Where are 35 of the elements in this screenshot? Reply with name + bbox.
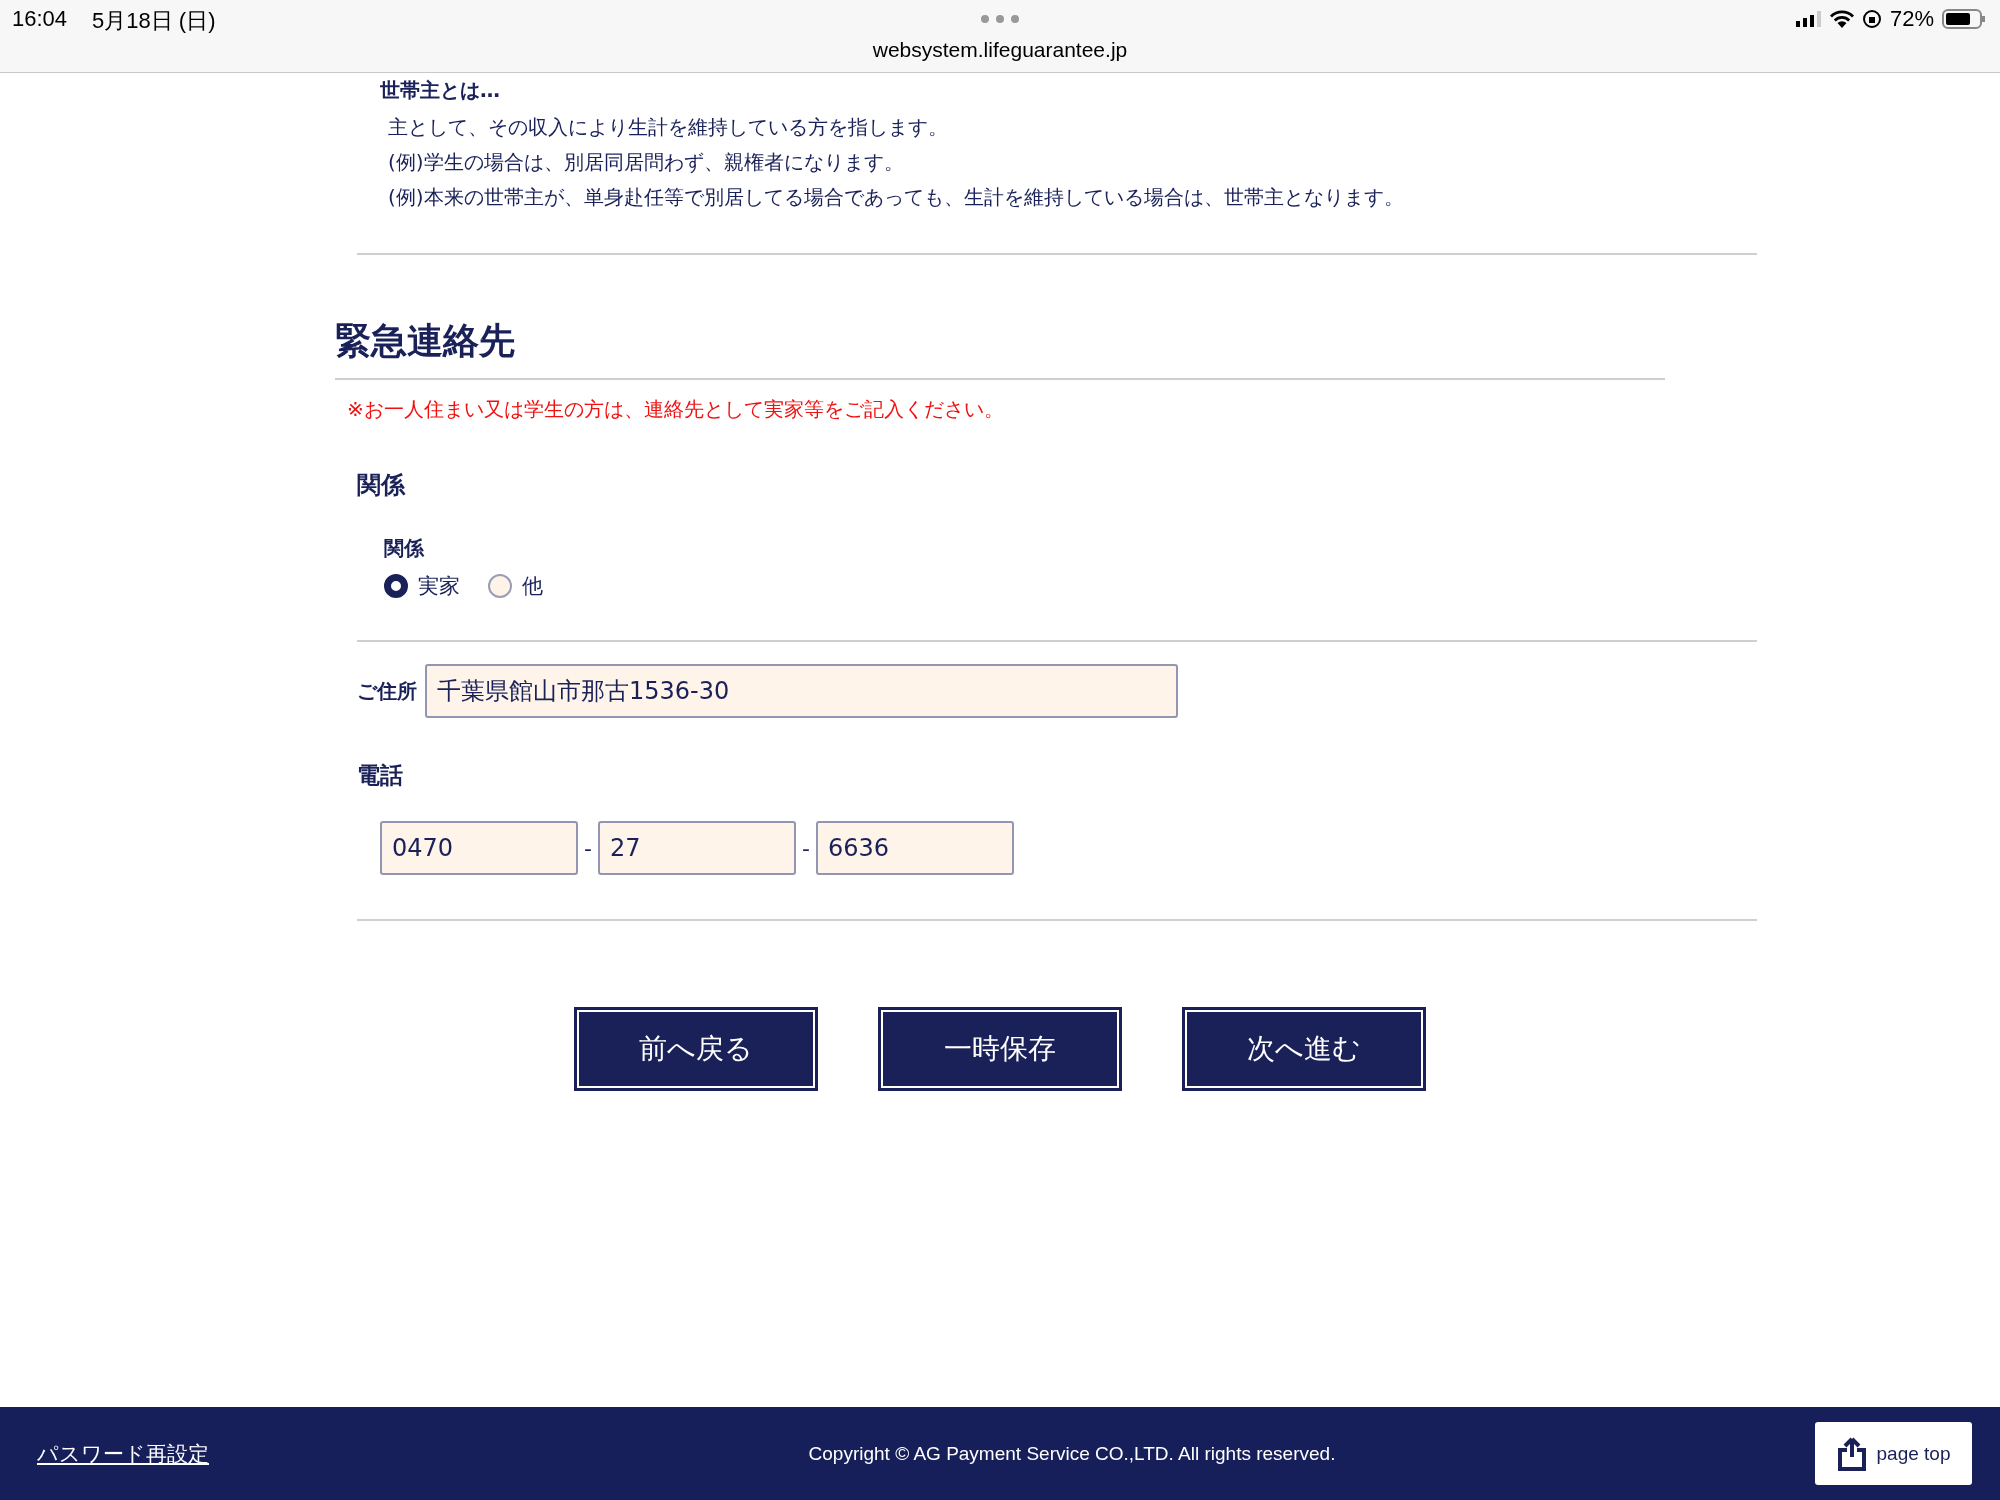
form-button[interactable]: 次へ進む (1182, 1007, 1426, 1091)
group-heading: 関係 (357, 470, 405, 501)
field-label: 電話 (357, 761, 403, 790)
note-title: 世帯主とは… (380, 77, 501, 104)
radio-icon[interactable] (488, 574, 512, 598)
note-line: (例)本来の世帯主が、単身赴任等で別居してる場合であっても、生計を維持している場合は、世帯主となります。 (387, 184, 1405, 211)
radio-option[interactable]: 他 (488, 572, 543, 600)
copyright-text: Copyright © AG Payment Service CO.,LTD. All rights reserved. (808, 1442, 1336, 1465)
date-text: 5月18日 (日) (92, 7, 216, 35)
password-reset-link[interactable]: パスワード再設定 (37, 1439, 209, 1468)
note-line: 主として、その収入により生計を維持している方を指します。 (387, 114, 949, 141)
phone-field[interactable]: 27 (597, 821, 796, 875)
address-field[interactable]: 千葉県館山市那古1536-30 (425, 664, 1178, 718)
more-icon[interactable] (980, 14, 1020, 24)
field-label: ご住所 (357, 677, 417, 705)
url-text[interactable]: websystem.lifeguarantee.jp (0, 38, 2000, 62)
separator-text: - (584, 835, 592, 861)
note-line: (例)学生の場合は、別居同居問わず、親権者になります。 (387, 149, 905, 176)
radio-option[interactable]: 実家 (384, 572, 460, 600)
field-label: 関係 (384, 535, 424, 562)
separator-text: - (801, 835, 810, 861)
battery-percent: 72% (1889, 6, 1934, 32)
radio-icon[interactable] (384, 574, 408, 598)
notice-text: ※お一人住まい又は学生の方は、連絡先として実家等をご記入ください。 (347, 396, 1005, 423)
form-button[interactable]: 一時保存 (878, 1007, 1122, 1091)
phone-field[interactable]: 6636 (815, 821, 1014, 875)
phone-field[interactable]: 0470 (380, 821, 578, 875)
section-title: 緊急連絡先 (335, 319, 515, 363)
page-top-button[interactable]: page top (1815, 1422, 1972, 1485)
wifi-icon (1829, 10, 1854, 28)
signal-icon (1795, 11, 1822, 27)
battery-icon (1942, 9, 1986, 29)
share-icon (1836, 1436, 1867, 1471)
clock-time: 16:04 (12, 6, 68, 32)
form-button[interactable]: 前へ戻る (574, 1007, 818, 1091)
